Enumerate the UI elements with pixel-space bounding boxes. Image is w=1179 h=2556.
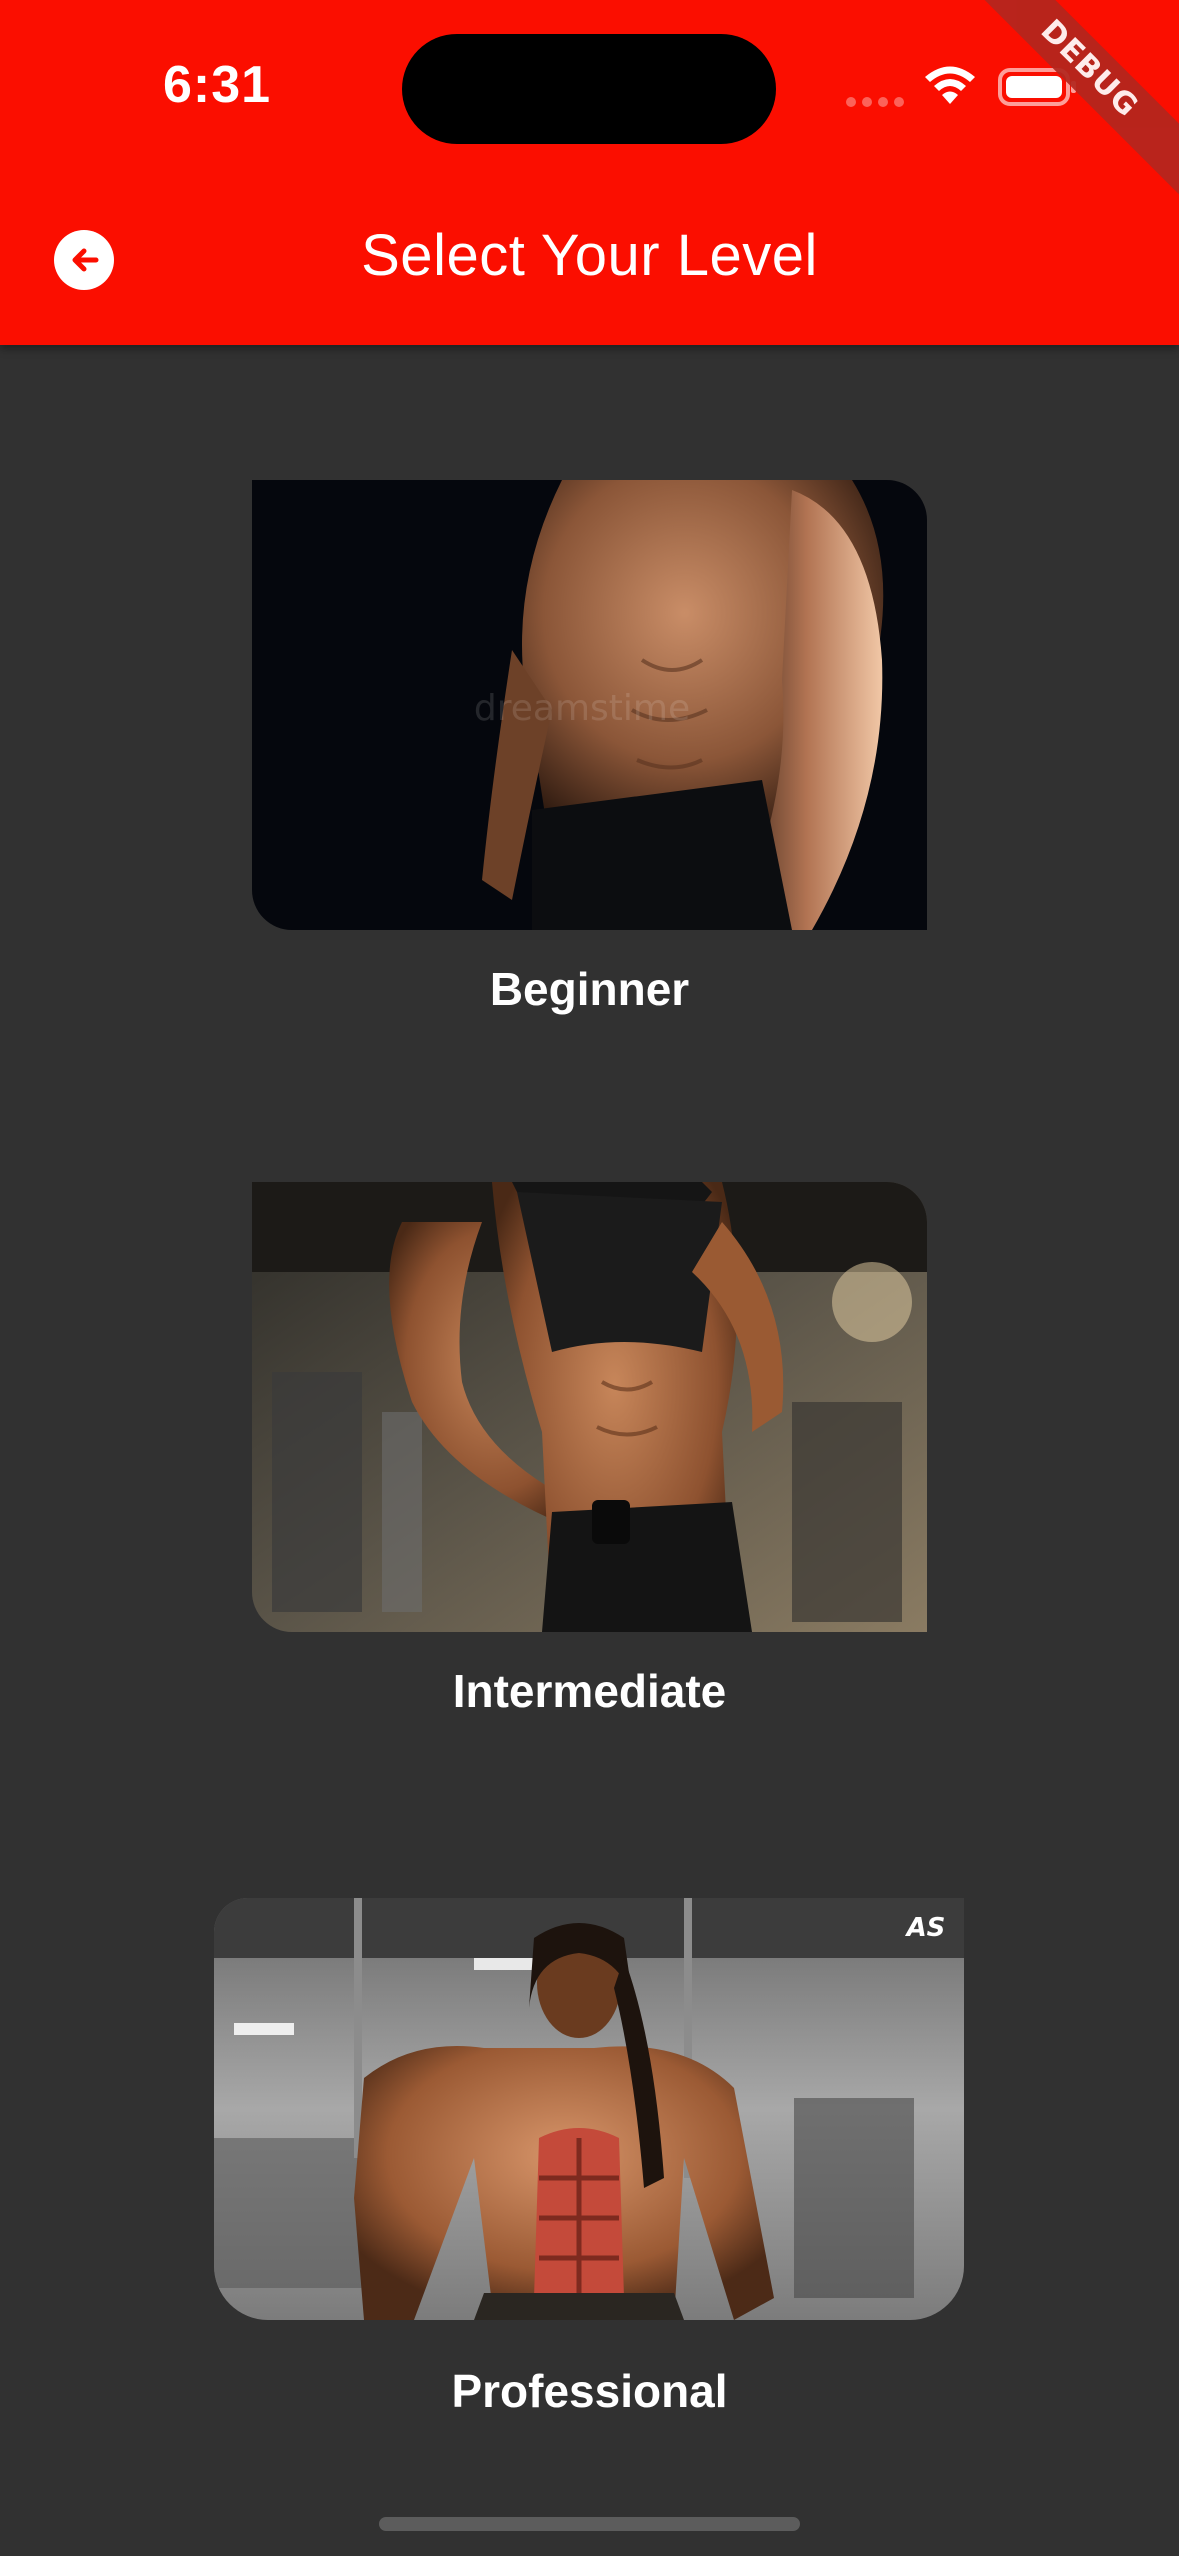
svg-text:AS: AS	[905, 1913, 946, 1943]
level-card-professional[interactable]: AS Professional	[0, 1898, 1179, 2438]
level-card-beginner[interactable]: dreamstime Beginner	[0, 480, 1179, 1020]
page-title: Select Your Level	[361, 223, 818, 288]
app-bar: 6:31 DEBUG Select Your Level	[0, 0, 1179, 345]
svg-text:dreamstime: dreamstime	[474, 688, 690, 729]
intermediate-image[interactable]	[252, 1182, 927, 1632]
status-time: 6:31	[163, 56, 272, 114]
cellular-signal-icon	[846, 97, 904, 107]
level-label-professional: Professional	[451, 2365, 728, 2417]
home-indicator[interactable]	[379, 2517, 800, 2531]
level-label-beginner: Beginner	[489, 963, 690, 1015]
level-card-intermediate[interactable]: Intermediate	[0, 1182, 1179, 1722]
professional-image[interactable]: AS	[214, 1898, 964, 2320]
dynamic-island	[402, 34, 776, 144]
level-label-intermediate: Intermediate	[452, 1665, 727, 1717]
wifi-icon	[925, 66, 975, 104]
level-select-screen: 6:31 DEBUG Select Your Level dreamstime …	[0, 0, 1179, 2556]
beginner-image[interactable]: dreamstime	[252, 480, 927, 930]
